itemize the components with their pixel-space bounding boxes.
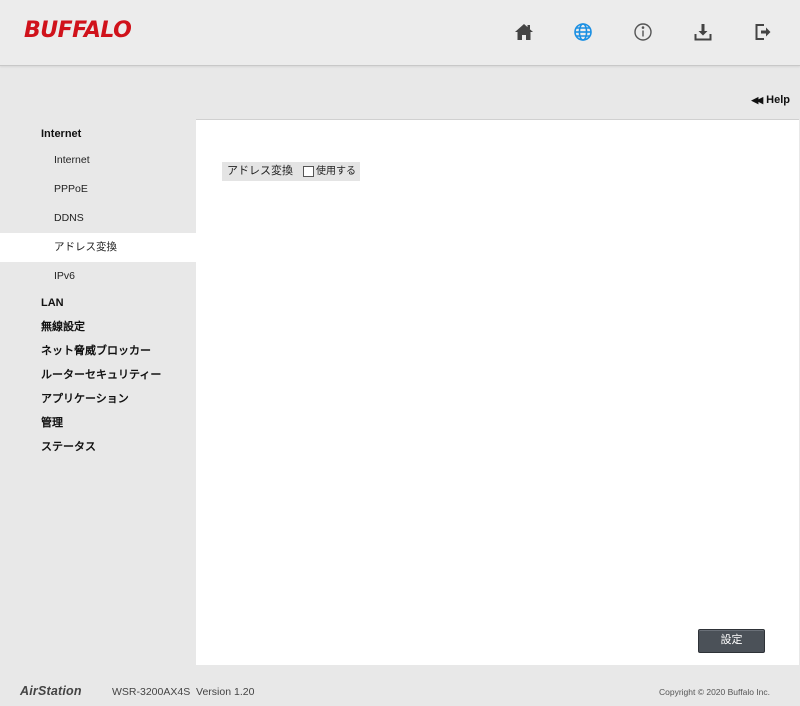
sidebar-item-ipv6[interactable]: IPv6: [0, 262, 196, 291]
double-left-arrow-icon: ◀◀: [751, 95, 763, 105]
sidebar-group-admin[interactable]: 管理: [0, 411, 196, 435]
help-label: Help: [766, 94, 790, 106]
sidebar-item-internet[interactable]: Internet: [0, 146, 196, 175]
airstation-logo: AirStation: [20, 684, 82, 698]
sidebar-group-status[interactable]: ステータス: [0, 435, 196, 459]
copyright: Copyright © 2020 Buffalo Inc.: [658, 687, 770, 697]
sidebar-group-router-security[interactable]: ルーターセキュリティー: [0, 363, 196, 387]
sidebar-group-wireless[interactable]: 無線設定: [0, 315, 196, 339]
address-translation-label: アドレス変換: [222, 162, 298, 181]
footer: AirStation WSR-3200AX4S Version 1.20 Cop…: [0, 670, 800, 706]
main-panel: アドレス変換 使用する 設定: [196, 119, 799, 665]
enable-checkbox[interactable]: [303, 166, 314, 177]
buffalo-logo: BUFFALO: [24, 18, 132, 43]
globe-icon[interactable]: [571, 20, 595, 44]
sidebar-item-pppoe[interactable]: PPPoE: [0, 175, 196, 204]
sidebar-item-address-translation[interactable]: アドレス変換: [0, 233, 196, 262]
model-version: WSR-3200AX4S Version 1.20: [112, 686, 255, 698]
header: BUFFALO: [0, 0, 800, 66]
apply-button[interactable]: 設定: [698, 629, 765, 653]
address-translation-value: 使用する: [297, 162, 360, 181]
download-icon[interactable]: [691, 20, 715, 44]
sidebar-group-threat-blocker[interactable]: ネット脅威ブロッカー: [0, 339, 196, 363]
logout-icon[interactable]: [751, 20, 775, 44]
sidebar-group-applications[interactable]: アプリケーション: [0, 387, 196, 411]
sidebar-item-ddns[interactable]: DDNS: [0, 204, 196, 233]
help-link[interactable]: ◀◀ Help: [751, 94, 790, 106]
info-icon[interactable]: [631, 20, 655, 44]
sidebar: Internet Internet PPPoE DDNS アドレス変換 IPv6…: [0, 120, 196, 459]
sidebar-group-lan[interactable]: LAN: [0, 291, 196, 315]
enable-checkbox-label[interactable]: 使用する: [316, 162, 356, 181]
sidebar-group-internet[interactable]: Internet: [0, 122, 196, 146]
home-icon[interactable]: [512, 20, 536, 44]
